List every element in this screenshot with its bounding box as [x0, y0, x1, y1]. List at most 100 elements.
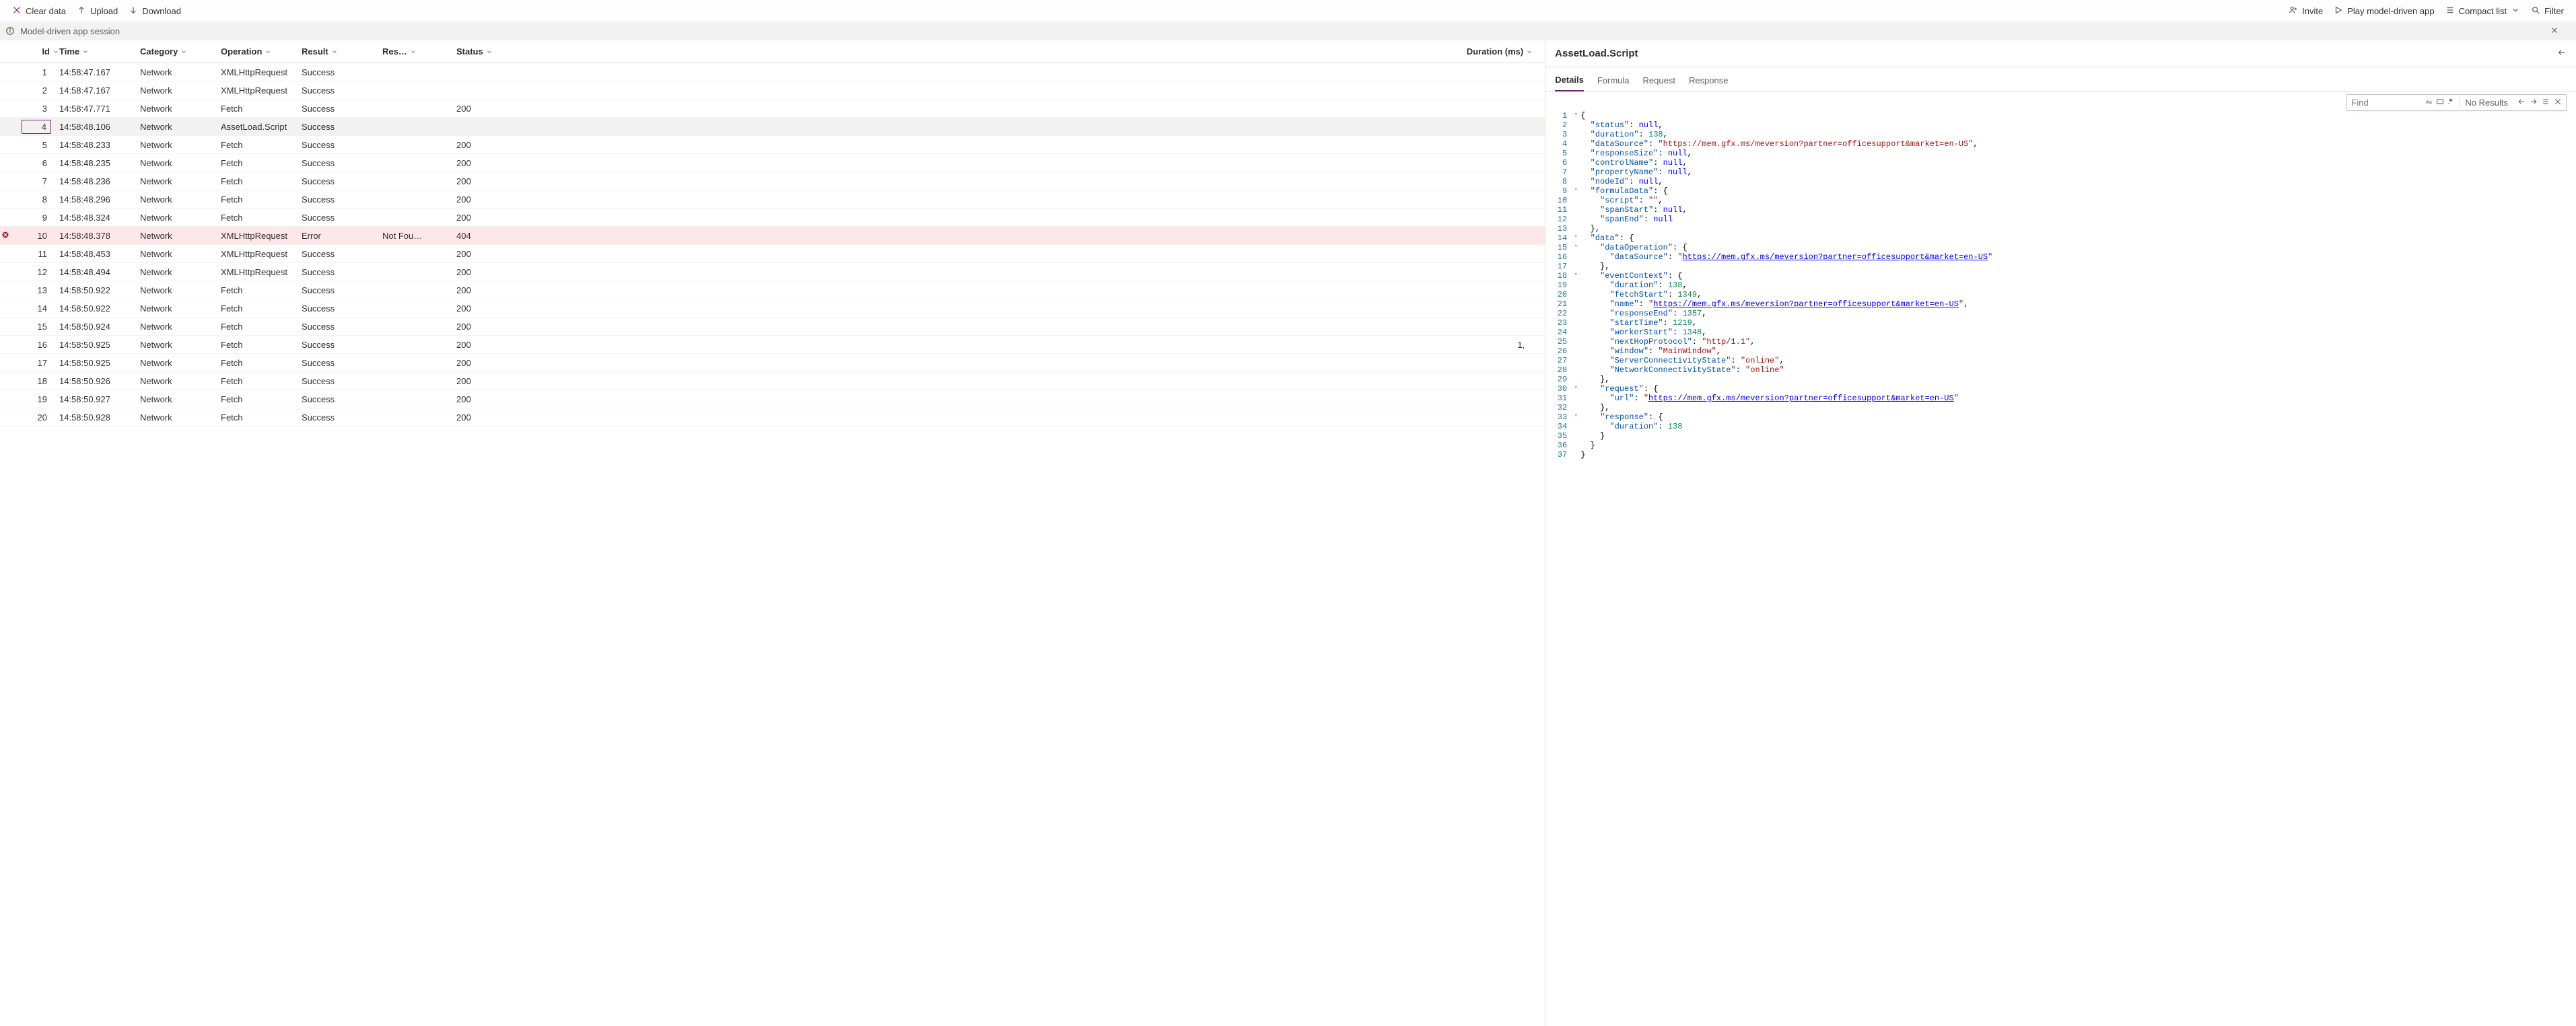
cell-time: 14:58:50.924 — [59, 322, 140, 332]
col-result[interactable]: Result — [302, 46, 382, 57]
table-header: Id Time Category Operation Result Res… S… — [0, 40, 1545, 63]
cell-id: 20 — [12, 411, 59, 424]
table-row[interactable]: 1114:58:48.453NetworkXMLHttpRequestSucce… — [0, 245, 1545, 263]
table-body[interactable]: 114:58:47.167NetworkXMLHttpRequestSucces… — [0, 63, 1545, 1026]
table-row[interactable]: 1714:58:50.925NetworkFetchSuccess200 — [0, 354, 1545, 372]
cell-category: Network — [140, 231, 221, 241]
play-app-button[interactable]: Play model-driven app — [2328, 3, 2439, 20]
invite-label: Invite — [2302, 6, 2323, 16]
find-close-button[interactable] — [2554, 98, 2562, 108]
table-row[interactable]: 1414:58:50.922NetworkFetchSuccess200 — [0, 299, 1545, 318]
code-line: 9▾ "formulaData": { — [1545, 186, 2576, 196]
col-time[interactable]: Time — [59, 46, 140, 57]
table-row[interactable]: 1314:58:50.922NetworkFetchSuccess200 — [0, 281, 1545, 299]
table-row[interactable]: 714:58:48.236NetworkFetchSuccess200 — [0, 172, 1545, 190]
cell-category: Network — [140, 394, 221, 404]
upload-button[interactable]: Upload — [71, 3, 123, 20]
code-line: 32 }, — [1545, 403, 2576, 412]
fold-toggle[interactable]: ▾ — [1571, 243, 1580, 250]
table-row[interactable]: 1914:58:50.927NetworkFetchSuccess200 — [0, 390, 1545, 408]
play-icon — [2334, 5, 2343, 17]
table-row[interactable]: 1614:58:50.925NetworkFetchSuccess2001, — [0, 336, 1545, 354]
table-row[interactable]: 114:58:47.167NetworkXMLHttpRequestSucces… — [0, 63, 1545, 81]
fold-toggle[interactable]: ▾ — [1571, 412, 1580, 419]
cell-id: 4 — [12, 120, 59, 134]
fold-toggle[interactable]: ▾ — [1571, 111, 1580, 118]
cell-operation: Fetch — [221, 303, 302, 314]
cell-status: 200 — [456, 376, 524, 386]
table-row[interactable]: 1514:58:50.924NetworkFetchSuccess200 — [0, 318, 1545, 336]
expand-pane-button[interactable] — [2557, 48, 2567, 60]
col-response[interactable]: Res… — [382, 46, 456, 57]
download-label: Download — [142, 6, 181, 16]
table-row[interactable]: 414:58:48.106NetworkAssetLoad.ScriptSucc… — [0, 118, 1545, 136]
line-number: 16 — [1545, 252, 1571, 262]
col-duration[interactable]: Duration (ms) — [524, 46, 1533, 57]
play-app-label: Play model-driven app — [2347, 6, 2434, 16]
regex-icon[interactable] — [2447, 98, 2455, 108]
code-line: 2 "status": null, — [1545, 120, 2576, 130]
table-row[interactable]: 514:58:48.233NetworkFetchSuccess200 — [0, 136, 1545, 154]
table-row[interactable]: 314:58:47.771NetworkFetchSuccess200 — [0, 100, 1545, 118]
cell-id: 8 — [12, 193, 59, 206]
line-number: 14 — [1545, 233, 1571, 243]
table-row[interactable]: 814:58:48.296NetworkFetchSuccess200 — [0, 190, 1545, 209]
cell-operation: Fetch — [221, 412, 302, 423]
cell-operation: Fetch — [221, 104, 302, 114]
line-number: 26 — [1545, 346, 1571, 356]
details-title: AssetLoad.Script — [1555, 48, 1638, 59]
line-number: 21 — [1545, 299, 1571, 309]
cell-operation: AssetLoad.Script — [221, 122, 302, 132]
tab-details[interactable]: Details — [1555, 75, 1584, 91]
cell-operation: XMLHttpRequest — [221, 231, 302, 241]
cell-time: 14:58:48.296 — [59, 194, 140, 205]
line-number: 15 — [1545, 243, 1571, 252]
cell-category: Network — [140, 158, 221, 168]
tab-response[interactable]: Response — [1689, 75, 1729, 91]
session-label: Model-driven app session — [20, 26, 120, 36]
table-row[interactable]: 914:58:48.324NetworkFetchSuccess200 — [0, 209, 1545, 227]
find-in-selection-button[interactable] — [2542, 98, 2550, 108]
col-category[interactable]: Category — [140, 46, 221, 57]
table-row[interactable]: 2014:58:50.928NetworkFetchSuccess200 — [0, 408, 1545, 427]
line-number: 20 — [1545, 290, 1571, 299]
json-viewer[interactable]: 1▾{2 "status": null,3 "duration": 138,4 … — [1545, 111, 2576, 1026]
cell-operation: XMLHttpRequest — [221, 85, 302, 96]
cell-result: Success — [302, 104, 382, 114]
compact-list-button[interactable]: Compact list — [2440, 3, 2526, 20]
fold-toggle[interactable]: ▾ — [1571, 271, 1580, 278]
line-number: 23 — [1545, 318, 1571, 328]
session-close-button[interactable] — [2550, 26, 2558, 36]
filter-button[interactable]: Filter — [2526, 3, 2569, 20]
table-row[interactable]: 214:58:47.167NetworkXMLHttpRequestSucces… — [0, 81, 1545, 100]
table-row[interactable]: 1014:58:48.378NetworkXMLHttpRequestError… — [0, 227, 1545, 245]
invite-button[interactable]: Invite — [2283, 3, 2328, 20]
clear-data-button[interactable]: Clear data — [7, 3, 71, 20]
table-row[interactable]: 614:58:48.235NetworkFetchSuccess200 — [0, 154, 1545, 172]
table-row[interactable]: 1214:58:48.494NetworkXMLHttpRequestSucce… — [0, 263, 1545, 281]
find-prev-button[interactable] — [2517, 98, 2526, 108]
cell-time: 14:58:48.453 — [59, 249, 140, 259]
fold-toggle[interactable]: ▾ — [1571, 384, 1580, 391]
info-icon — [5, 26, 15, 36]
col-id[interactable]: Id — [12, 46, 59, 57]
cell-time: 14:58:48.494 — [59, 267, 140, 277]
table-row[interactable]: 1814:58:50.926NetworkFetchSuccess200 — [0, 372, 1545, 390]
col-status[interactable]: Status — [456, 46, 524, 57]
code-line: 33▾ "response": { — [1545, 412, 2576, 422]
fold-toggle[interactable]: ▾ — [1571, 186, 1580, 193]
col-operation[interactable]: Operation — [221, 46, 302, 57]
whole-word-icon[interactable] — [2436, 98, 2444, 108]
code-line: 16 "dataSource": "https://mem.gfx.ms/mev… — [1545, 252, 2576, 262]
match-case-icon[interactable]: Aa — [2425, 98, 2433, 108]
tab-formula[interactable]: Formula — [1597, 75, 1630, 91]
fold-toggle[interactable]: ▾ — [1571, 233, 1580, 240]
find-next-button[interactable] — [2530, 98, 2538, 108]
download-button[interactable]: Download — [123, 3, 186, 20]
cell-response: Not Fou… — [382, 231, 456, 241]
find-input[interactable] — [2347, 95, 2421, 110]
tab-request[interactable]: Request — [1643, 75, 1675, 91]
details-pane: AssetLoad.Script Details Formula Request… — [1545, 40, 2576, 1026]
line-number: 9 — [1545, 186, 1571, 196]
code-line: 26 "window": "MainWindow", — [1545, 346, 2576, 356]
